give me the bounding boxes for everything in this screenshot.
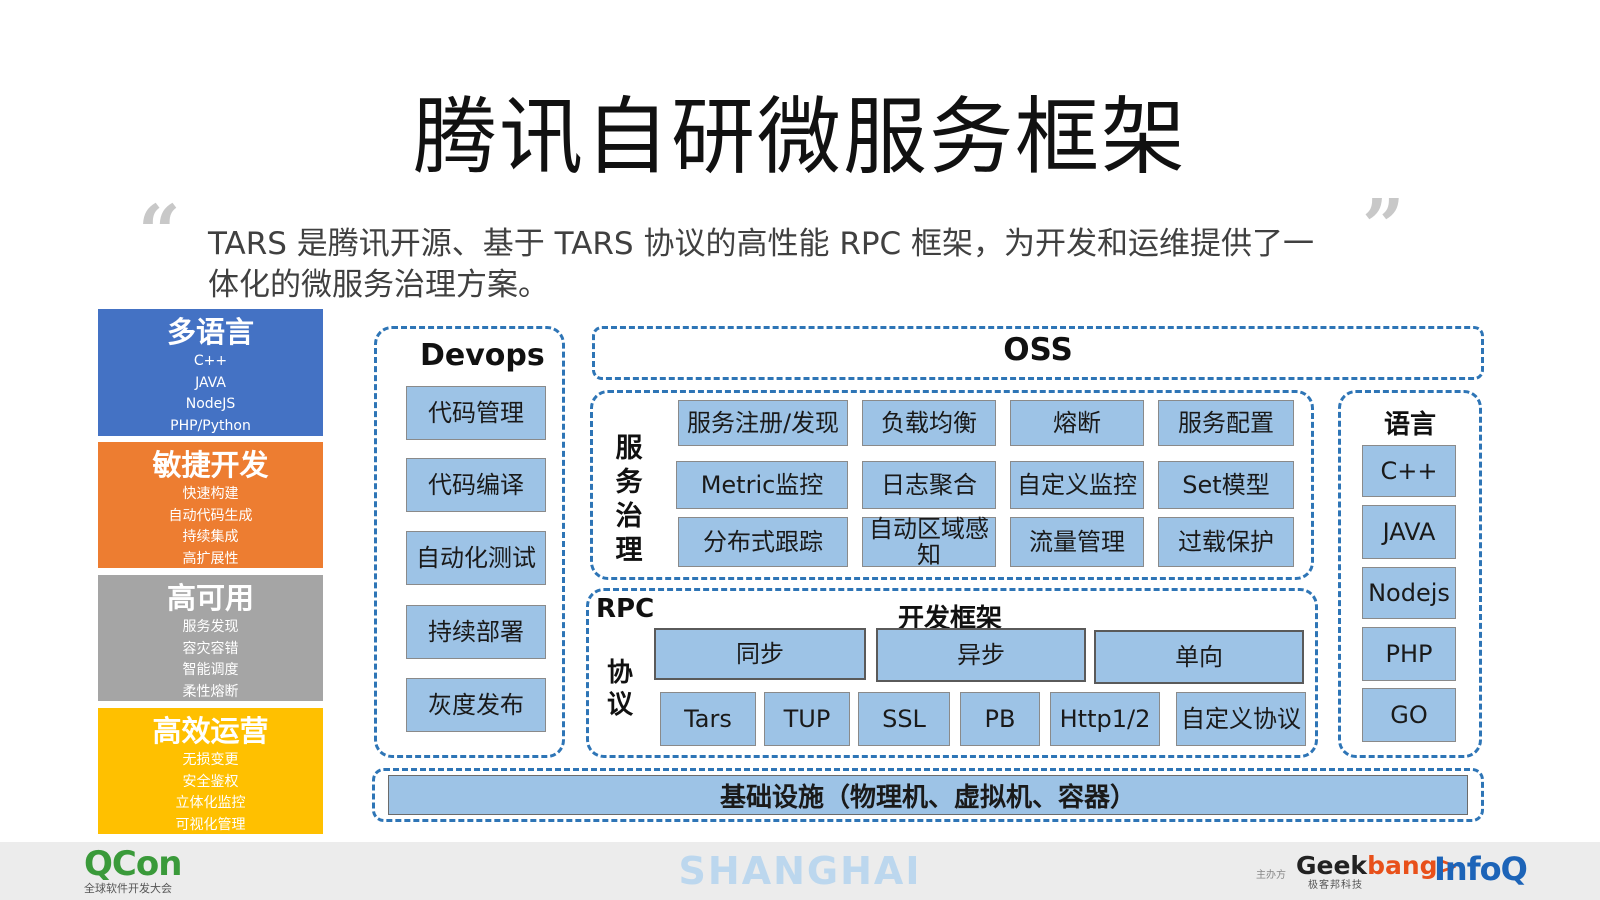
page-title: 腾讯自研微服务框架 [412, 88, 1187, 186]
feature-item: C++ [193, 353, 228, 369]
language-item: GO [1362, 688, 1456, 742]
protocol-item: SSL [858, 692, 950, 746]
devops-item: 代码编译 [406, 458, 546, 512]
feature-item: 柔性熔断 [182, 683, 239, 700]
language-item: PHP [1362, 627, 1456, 681]
feature-item: 自动代码生成 [168, 507, 253, 524]
city-label: SHANGHAI [678, 849, 922, 893]
devops-title: Devops [420, 338, 545, 373]
devops-item: 灰度发布 [406, 678, 546, 732]
governance-item: 自定义监控 [1010, 461, 1144, 509]
feature-item: 服务发现 [182, 619, 239, 635]
rpc-protocol-label: 协议 [606, 658, 633, 720]
language-item: JAVA [1362, 505, 1456, 559]
framework-item: 单向 [1094, 630, 1304, 684]
feature-heading: 多语言 [166, 315, 254, 349]
governance-item: 过载保护 [1158, 517, 1294, 567]
feature-item: 可视化管理 [175, 816, 246, 833]
subtitle: TARS 是腾讯开源、基于 TARS 协议的高性能 RPC 框架，为开发和运维提… [208, 226, 1315, 303]
feature-item: NodeJS [185, 396, 236, 412]
governance-item: Metric监控 [676, 461, 848, 509]
governance-item: Set模型 [1158, 461, 1294, 509]
governance-item: 服务注册/发现 [678, 400, 848, 446]
organizer-label: 主办方 [1256, 870, 1286, 881]
feature-item: 立体化监控 [175, 795, 246, 811]
framework-item: 异步 [876, 628, 1086, 682]
feature-item: 高扩展性 [182, 550, 239, 567]
feature-panel-high-availability: 高可用 服务发现 容灾容错 智能调度 柔性熔断 [98, 575, 323, 701]
infrastructure-bar: 基础设施（物理机、虚拟机、容器） [388, 775, 1468, 815]
feature-item: 安全鉴权 [182, 773, 239, 790]
governance-item: 日志聚合 [862, 461, 996, 509]
devops-item: 持续部署 [406, 605, 546, 659]
infoq-logo: InfoQ [1434, 850, 1528, 888]
governance-item: 流量管理 [1010, 517, 1144, 567]
governance-item: 熔断 [1010, 400, 1144, 446]
geekbang-logo-prefix: Geek [1296, 851, 1368, 880]
feature-heading: 高效运营 [152, 714, 269, 748]
governance-item: 负载均衡 [862, 400, 996, 446]
qcon-logo: QCon [84, 844, 182, 884]
protocol-item: TUP [764, 692, 850, 746]
protocol-item: Tars [660, 692, 756, 746]
language-item: Nodejs [1362, 567, 1456, 619]
feature-panel-agile-dev: 敏捷开发 快速构建 自动代码生成 持续集成 高扩展性 [98, 442, 323, 568]
feature-item: PHP/Python [170, 417, 251, 434]
feature-panel-multilanguage: 多语言 C++ JAVA NodeJS PHP/Python [98, 309, 323, 436]
close-quote-icon: ” [1362, 184, 1405, 270]
feature-item: 无损变更 [182, 752, 239, 768]
protocol-item: PB [960, 692, 1040, 746]
language-item: C++ [1362, 445, 1456, 497]
feature-item: 容灾容错 [182, 640, 239, 657]
protocol-item: Http1/2 [1050, 692, 1160, 746]
open-quote-icon: “ [138, 190, 181, 276]
feature-item: 持续集成 [182, 529, 239, 545]
rpc-title: RPC [596, 594, 655, 624]
oss-title: OSS [1003, 332, 1073, 368]
devops-item: 代码管理 [406, 386, 546, 440]
service-governance-title: 服务治理 [615, 433, 643, 566]
framework-item: 同步 [654, 628, 866, 680]
feature-item: JAVA [195, 374, 226, 391]
governance-item: 服务配置 [1158, 400, 1294, 446]
devops-item: 自动化测试 [406, 531, 546, 585]
feature-heading: 敏捷开发 [152, 448, 269, 482]
protocol-item: 自定义协议 [1176, 692, 1306, 746]
feature-heading: 高可用 [166, 581, 254, 615]
governance-item: 自动区域感知 [862, 516, 996, 568]
feature-panel-efficient-ops: 高效运营 无损变更 安全鉴权 立体化监控 可视化管理 [98, 708, 323, 834]
governance-item: 分布式跟踪 [678, 517, 848, 567]
feature-item: 快速构建 [182, 486, 239, 502]
qcon-subtitle: 全球软件开发大会 [84, 882, 172, 895]
geekbang-subtitle: 极客邦科技 [1308, 880, 1363, 891]
language-title: 语言 [1383, 410, 1436, 440]
feature-item: 智能调度 [182, 662, 239, 678]
